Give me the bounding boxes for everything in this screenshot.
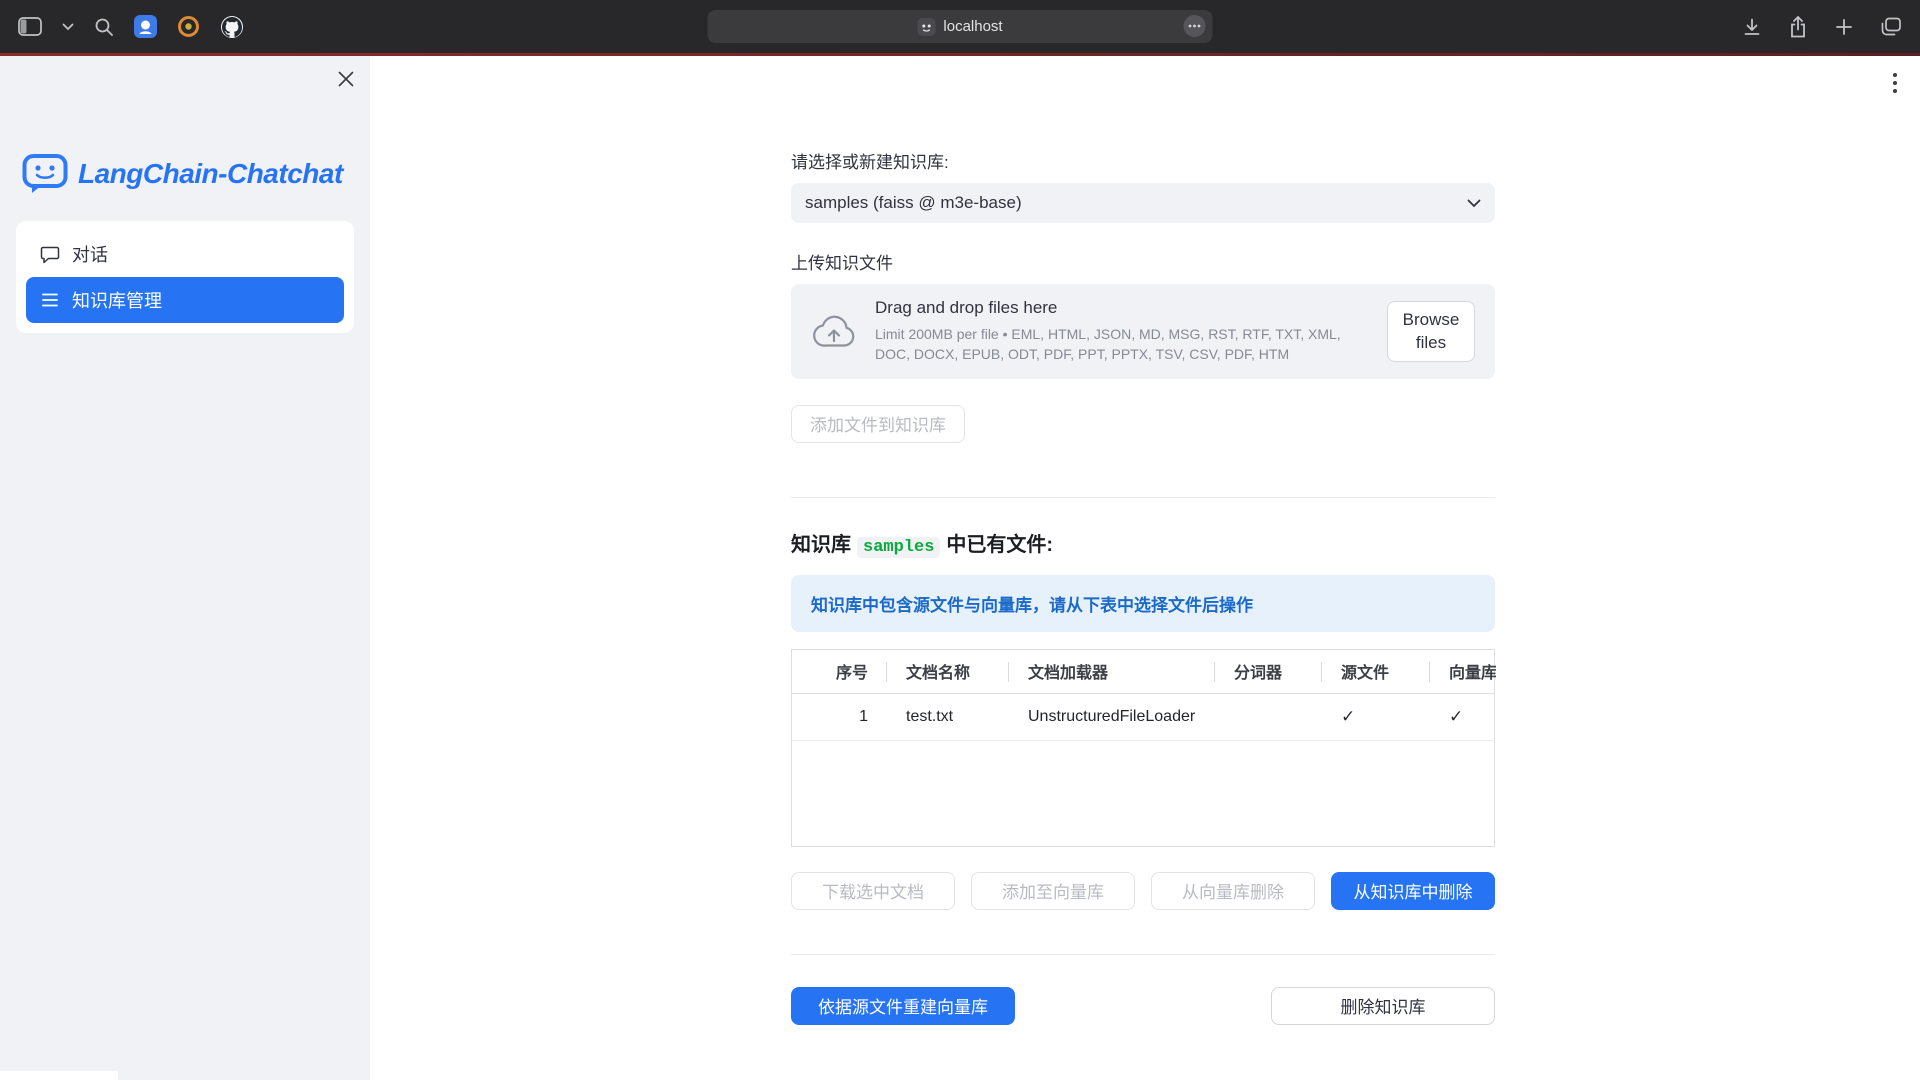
dropzone-instructions: Drag and drop files here Limit 200MB per… bbox=[875, 298, 1369, 365]
col-header-name[interactable]: 文档名称 bbox=[886, 650, 1008, 693]
kb-files-heading-suffix: 中已有文件: bbox=[946, 534, 1053, 556]
col-header-index[interactable]: 序号 bbox=[792, 650, 886, 693]
kb-files-heading: 知识库 samples 中已有文件: bbox=[791, 528, 1495, 557]
extension-icon-blue[interactable] bbox=[134, 15, 157, 38]
app-logo: LangChain-Chatchat bbox=[22, 153, 350, 195]
table-row[interactable]: 1 test.txt UnstructuredFileLoader ✓ ✓ bbox=[792, 694, 1494, 741]
sidebar: LangChain-Chatchat 对话 知识库管理 bbox=[0, 56, 370, 1080]
sidebar-item-chat[interactable]: 对话 bbox=[26, 231, 344, 277]
file-dropzone[interactable]: Drag and drop files here Limit 200MB per… bbox=[791, 284, 1495, 379]
address-url: localhost bbox=[943, 18, 1002, 35]
upload-label: 上传知识文件 bbox=[791, 249, 1495, 274]
dropzone-limits: Limit 200MB per file • EML, HTML, JSON, … bbox=[875, 324, 1369, 365]
section-divider bbox=[791, 954, 1495, 955]
downloads-icon[interactable] bbox=[1742, 17, 1762, 37]
chat-bubble-icon bbox=[40, 244, 60, 264]
new-tab-icon[interactable] bbox=[1834, 17, 1854, 37]
table-empty-area bbox=[792, 741, 1494, 846]
add-files-to-kb-button[interactable]: 添加文件到知识库 bbox=[791, 405, 965, 443]
extension-icon-github[interactable] bbox=[220, 15, 244, 39]
overflow-menu-icon[interactable] bbox=[1888, 68, 1902, 98]
cell-source-check: ✓ bbox=[1321, 694, 1429, 740]
section-divider bbox=[791, 497, 1495, 498]
address-bar[interactable]: localhost bbox=[708, 10, 1213, 43]
sidebar-item-label: 知识库管理 bbox=[72, 287, 162, 313]
cell-vector-check: ✓ bbox=[1429, 694, 1496, 740]
browse-files-button[interactable]: Browse files bbox=[1387, 301, 1475, 363]
cell-loader: UnstructuredFileLoader bbox=[1008, 694, 1214, 740]
cell-name: test.txt bbox=[886, 694, 1008, 740]
main-content: 请选择或新建知识库: samples (faiss @ m3e-base) 上传… bbox=[370, 56, 1920, 1080]
search-icon[interactable] bbox=[94, 17, 114, 37]
chevron-down-icon[interactable] bbox=[62, 23, 74, 31]
share-icon[interactable] bbox=[1788, 16, 1808, 38]
kb-files-heading-prefix: 知识库 bbox=[791, 534, 851, 556]
extensions-more-icon[interactable] bbox=[1184, 15, 1206, 37]
download-selected-button[interactable]: 下载选中文档 bbox=[791, 872, 955, 910]
kb-selected-value: samples (faiss @ m3e-base) bbox=[805, 193, 1022, 213]
cell-splitter bbox=[1214, 694, 1321, 740]
rebuild-vector-store-button[interactable]: 依据源文件重建向量库 bbox=[791, 987, 1015, 1025]
sidebar-item-label: 对话 bbox=[72, 241, 108, 267]
dropzone-title: Drag and drop files here bbox=[875, 298, 1369, 318]
browser-toolbar: localhost bbox=[0, 0, 1920, 53]
upload-cloud-icon bbox=[811, 314, 857, 348]
col-header-splitter[interactable]: 分词器 bbox=[1214, 650, 1321, 693]
knowledge-base-icon bbox=[40, 290, 60, 310]
sidebar-nav: 对话 知识库管理 bbox=[16, 221, 354, 333]
kb-name-code: samples bbox=[857, 537, 940, 558]
sidebar-toggle-icon[interactable] bbox=[18, 17, 42, 36]
chevron-down-icon bbox=[1467, 199, 1481, 208]
kb-bottom-actions: 依据源文件重建向量库 删除知识库 bbox=[791, 987, 1495, 1025]
remove-from-vector-store-button[interactable]: 从向量库删除 bbox=[1151, 872, 1315, 910]
logo-chat-icon bbox=[22, 153, 68, 195]
table-header-row: 序号 文档名称 文档加载器 分词器 源文件 向量库 bbox=[792, 650, 1494, 694]
kb-management-panel: 请选择或新建知识库: samples (faiss @ m3e-base) 上传… bbox=[791, 56, 1495, 1025]
sidebar-item-kb-management[interactable]: 知识库管理 bbox=[26, 277, 344, 323]
col-header-vector[interactable]: 向量库 bbox=[1429, 650, 1496, 693]
logo-text: LangChain-Chatchat bbox=[78, 158, 343, 190]
kb-select-label: 请选择或新建知识库: bbox=[791, 148, 1495, 173]
delete-from-kb-button[interactable]: 从知识库中删除 bbox=[1331, 872, 1495, 910]
tab-overview-icon[interactable] bbox=[1880, 17, 1902, 37]
site-favicon bbox=[917, 18, 935, 36]
add-to-vector-store-button[interactable]: 添加至向量库 bbox=[971, 872, 1135, 910]
extension-icon-orange[interactable] bbox=[177, 15, 200, 38]
col-header-source[interactable]: 源文件 bbox=[1321, 650, 1429, 693]
sidebar-bottom-strip bbox=[0, 1071, 118, 1080]
delete-kb-button[interactable]: 删除知识库 bbox=[1271, 987, 1495, 1025]
kb-selectbox[interactable]: samples (faiss @ m3e-base) bbox=[791, 183, 1495, 223]
file-actions-row: 下载选中文档 添加至向量库 从向量库删除 从知识库中删除 bbox=[791, 872, 1495, 910]
info-banner: 知识库中包含源文件与向量库，请从下表中选择文件后操作 bbox=[791, 575, 1495, 632]
sidebar-close-icon[interactable] bbox=[337, 70, 355, 88]
cell-index: 1 bbox=[792, 694, 886, 740]
kb-files-table: 序号 文档名称 文档加载器 分词器 源文件 向量库 1 test.txt Uns… bbox=[791, 649, 1495, 847]
col-header-loader[interactable]: 文档加载器 bbox=[1008, 650, 1214, 693]
